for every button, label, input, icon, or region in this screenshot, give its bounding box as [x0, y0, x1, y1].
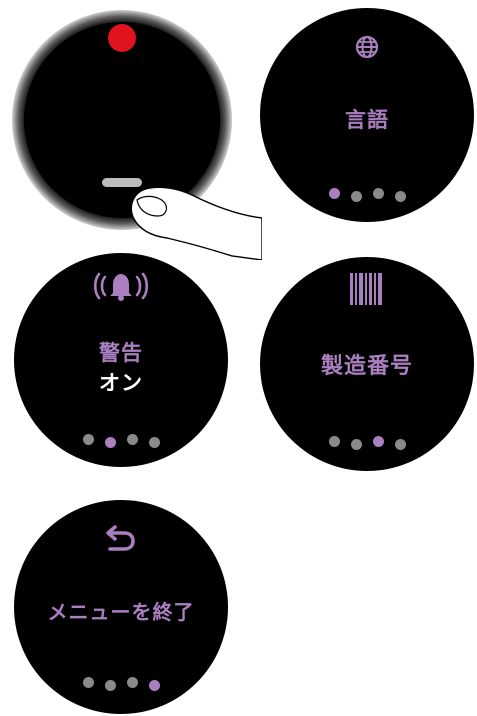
- barcode-icon: [350, 273, 382, 305]
- exit-label: メニューを終了: [47, 600, 195, 624]
- page-dot-3: [126, 434, 138, 445]
- page-indicator: [260, 436, 474, 450]
- record-icon: [108, 24, 136, 52]
- serial-label: 製造番号: [320, 354, 413, 379]
- page-dot-3: [126, 677, 138, 688]
- page-dot-3: [372, 436, 384, 447]
- page-dot-2: [104, 680, 116, 691]
- bell-ringing-icon: [93, 272, 149, 301]
- screen-language[interactable]: 言語: [260, 8, 474, 222]
- side-button[interactable]: [102, 178, 142, 187]
- page-dot-4: [148, 680, 160, 691]
- screen-serial[interactable]: 製造番号: [260, 257, 474, 471]
- page-dot-2: [104, 437, 116, 448]
- watch-press-svg: [12, 10, 263, 261]
- page-indicator: [14, 677, 228, 691]
- alert-label: 警告: [99, 341, 143, 365]
- page-dot-4: [148, 437, 160, 448]
- page-dot-4: [394, 191, 406, 202]
- page-indicator: [14, 434, 228, 448]
- watch-press-illustration: [12, 10, 263, 261]
- page-dot-2: [350, 439, 362, 450]
- alert-value: オン: [99, 371, 143, 395]
- return-arrow-icon: [106, 525, 135, 551]
- page-dot-4: [394, 439, 406, 450]
- page-dot-1: [328, 188, 340, 199]
- page-dot-1: [328, 436, 340, 447]
- screen-alert[interactable]: 警告 オン: [14, 253, 228, 467]
- screen-exit[interactable]: メニューを終了: [14, 500, 228, 714]
- page-dot-3: [372, 188, 384, 199]
- page-dot-1: [82, 677, 94, 688]
- language-label: 言語: [345, 108, 389, 132]
- page-dot-1: [82, 434, 94, 445]
- page-indicator: [260, 188, 474, 202]
- page-dot-2: [350, 191, 362, 202]
- globe-icon: [355, 35, 379, 59]
